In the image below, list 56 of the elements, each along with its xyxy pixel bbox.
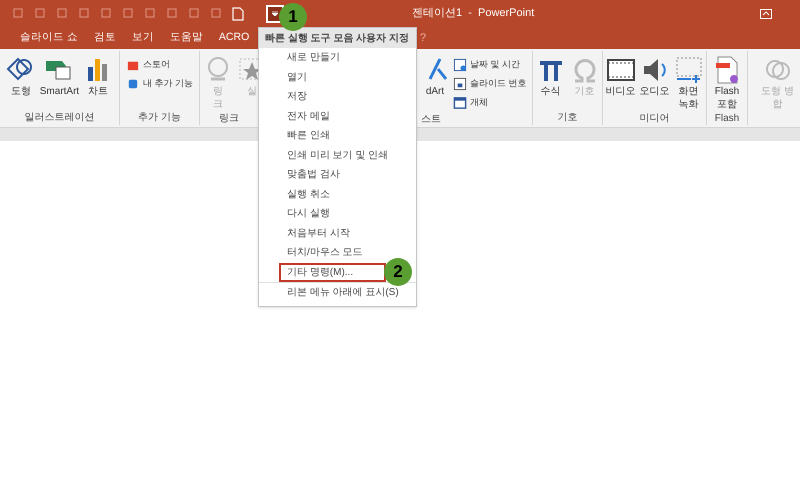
ribbon-command[interactable]: 날짜 및 시간 <box>470 58 520 72</box>
toolbar-icon[interactable] <box>100 6 112 18</box>
ribbon-display-icon[interactable] <box>760 8 772 18</box>
toolbar-icon[interactable] <box>12 6 24 18</box>
menu-item[interactable]: 실행 취소 <box>259 184 416 204</box>
toolbar-icon[interactable] <box>78 6 90 18</box>
group-label: 추가 기능 <box>137 111 182 125</box>
menu-item[interactable]: 빠른 인쇄 <box>259 126 416 146</box>
toolbar-icon[interactable] <box>56 6 68 18</box>
group-label: 링크 <box>218 112 240 126</box>
calendar-icon <box>453 58 467 72</box>
ribbon-command[interactable]: 슬라이드 번호 <box>470 76 527 90</box>
document-icon[interactable] <box>232 6 244 20</box>
menu-item[interactable]: 열기 <box>259 68 416 87</box>
toolbar-icon[interactable] <box>188 6 200 18</box>
group-label: Flash <box>714 112 740 126</box>
menu-item[interactable]: 인쇄 미리 보기 및 인쇄 <box>259 146 416 165</box>
ribbon-tab[interactable]: 도움말 <box>170 30 203 46</box>
ribbon-command[interactable]: 개체 <box>470 96 488 110</box>
menu-header: 빠른 실행 도구 모음 사용자 지정 <box>259 28 416 48</box>
group-label: 일러스트레이션 <box>24 111 96 125</box>
window-icon <box>453 96 467 110</box>
toolbar-icon[interactable] <box>34 6 46 18</box>
ribbon-command[interactable]: 스토어 <box>142 58 170 72</box>
ribbon-command[interactable]: 화면 녹화 <box>678 85 698 111</box>
ribbon-tab[interactable]: 슬라이드 쇼 <box>20 30 78 46</box>
menu-item[interactable]: 새로 만들기 <box>259 48 416 68</box>
window-title: 젠테이션1 - PowerPoint <box>412 6 534 22</box>
menu-item[interactable]: 전자 메일 <box>259 106 416 126</box>
menu-item[interactable]: 저장 <box>259 87 416 106</box>
menu-item[interactable]: 기타 명령(M)... <box>279 262 386 282</box>
ribbon-command[interactable]: SmartArt <box>40 85 80 98</box>
menu-item[interactable]: 다시 실행 <box>259 204 416 224</box>
ribbon-tab[interactable]: ACRO <box>218 30 250 46</box>
ribbon-command[interactable]: Flash 포함 <box>714 85 740 111</box>
slide-number-icon <box>453 76 467 90</box>
screen-record-icon <box>674 55 704 85</box>
ribbon-tab[interactable]: 보기 <box>132 30 154 46</box>
toolbar-icon[interactable] <box>210 6 222 18</box>
caret-icon <box>272 11 278 16</box>
ribbon-command[interactable]: 도형 <box>10 85 31 98</box>
ribbon-tab[interactable]: 검토 <box>94 30 116 46</box>
toolbar-icon[interactable] <box>144 6 156 18</box>
ribbon-command[interactable]: 차트 <box>88 85 108 98</box>
menu-item[interactable]: 처음부터 시작 <box>259 224 416 243</box>
ribbon-command[interactable]: 비디오 <box>606 85 636 98</box>
ribbon-command[interactable]: 내 추가 기능 <box>142 76 193 90</box>
menu-item[interactable]: 맞춤법 검사 <box>259 165 416 184</box>
group-label: 미디어 <box>638 112 670 126</box>
ribbon-command[interactable]: dArt <box>426 85 444 98</box>
group-label: 스트 <box>420 113 442 127</box>
toolbar-icon[interactable] <box>122 6 134 18</box>
group-label: 기호 <box>556 111 578 125</box>
toolbar-icon[interactable] <box>166 6 178 18</box>
ribbon-command[interactable]: 수식 <box>540 85 560 98</box>
ribbon-command[interactable]: 오디오 <box>640 85 670 98</box>
